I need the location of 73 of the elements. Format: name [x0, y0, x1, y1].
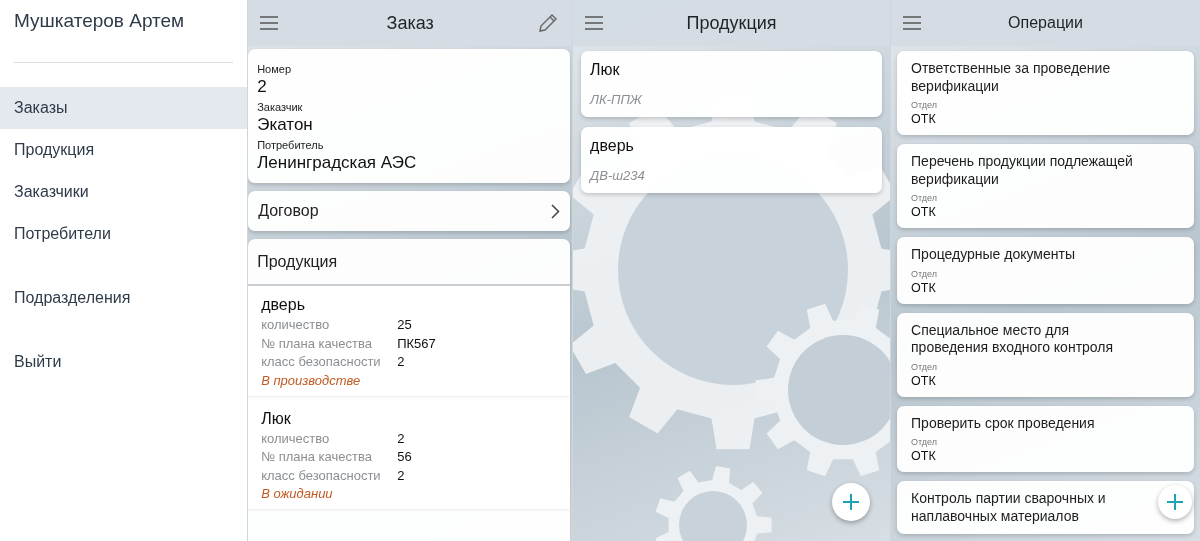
field-value: Ленинградская АЭС — [257, 153, 418, 173]
product-item[interactable]: дверь количество 25 № плана качества ПК567 класс безопасности 2 В производстве — [248, 286, 571, 396]
product-code: ЛК-ППЖ — [590, 92, 643, 107]
plus-icon — [1166, 493, 1184, 511]
property-label: количество — [261, 316, 331, 334]
menu-button[interactable] — [585, 16, 604, 30]
product-card[interactable]: дверь ДВ-ш234 — [581, 127, 883, 193]
field-label: Отдел — [911, 437, 939, 447]
field-label: Заказчик — [257, 101, 304, 113]
product-item[interactable]: Люк количество 2 № плана качества 56 класс безопасности 2 В ожидании — [248, 399, 571, 509]
field-value: ОТК — [911, 112, 937, 126]
operation-title: Специальное место для проведения входного контроля — [911, 321, 1115, 357]
property-label: № плана качества — [261, 448, 373, 466]
property-value: 2 — [397, 353, 406, 371]
menu-item[interactable]: Продукция — [0, 129, 248, 171]
property-label: класс безопасности — [261, 466, 382, 485]
menu-icon — [585, 16, 604, 30]
chevron-right-icon — [551, 203, 561, 219]
field-value: ОТК — [911, 205, 937, 219]
product-code: ДВ-ш234 — [590, 168, 646, 183]
product-card[interactable]: Люк ЛК-ППЖ — [581, 51, 883, 117]
operation-title: Ответственные за проведение верификации — [911, 60, 1112, 95]
menu-item[interactable]: Заказы — [0, 87, 248, 129]
operation-title: Процедурные документы — [911, 246, 1075, 264]
property-label: № плана качества — [261, 334, 373, 353]
operation-card[interactable]: Ответственные за проведение верификации Отдел ОТК — [897, 51, 1194, 135]
field-value: Экатон — [257, 115, 314, 135]
operation-card[interactable]: Контроль партии сварочных и наплавочных материалов — [897, 481, 1194, 534]
field-value: ОТК — [911, 280, 937, 295]
screen-title: Операции — [1008, 14, 1083, 32]
menu-item[interactable]: Выйти — [0, 341, 248, 383]
property-value: 2 — [397, 429, 406, 448]
operation-card[interactable]: Проверить срок проведения Отдел ОТК — [897, 405, 1194, 472]
field-value: ОТК — [911, 373, 937, 388]
operation-card[interactable]: Специальное место для проведения входного контроля Отдел ОТК — [897, 312, 1194, 397]
field-label: Потребитель — [257, 139, 325, 151]
field-value: 2 — [257, 77, 268, 97]
menu-item[interactable]: Заказчики — [0, 171, 248, 213]
menu-item[interactable]: Подразделения — [0, 277, 248, 319]
contract-row[interactable]: Договор — [248, 191, 571, 231]
property-value: 25 — [397, 316, 413, 334]
menu-item[interactable]: Потребители — [0, 213, 248, 255]
operation-title: Контроль партии сварочных и наплавочных материалов — [911, 490, 1107, 525]
product-name: Люк — [590, 61, 621, 79]
user-name: Мушкатеров Артем — [13, 9, 186, 33]
product-name: Люк — [261, 409, 292, 428]
field-value: ОТК — [911, 449, 937, 463]
menu-button[interactable] — [903, 16, 922, 30]
operation-title: Проверить срок проведения — [911, 414, 1095, 432]
property-value: ПК567 — [397, 334, 437, 353]
product-status: В ожидании — [261, 485, 334, 503]
screen-title: Продукция — [686, 12, 777, 34]
menu-button[interactable] — [260, 16, 279, 30]
field-label: Отдел — [911, 193, 939, 203]
add-button[interactable] — [832, 483, 871, 521]
operation-card[interactable]: Перечень продукции подлежащей верификации Отдел ОТК — [897, 144, 1194, 228]
menu-icon — [903, 16, 922, 30]
field-label: Отдел — [911, 100, 939, 110]
product-status: В производстве — [261, 371, 362, 390]
operation-card[interactable]: Процедурные документы Отдел ОТК — [897, 237, 1194, 304]
product-name: дверь — [590, 137, 635, 155]
screen-title: Заказ — [386, 12, 434, 34]
property-value: 2 — [397, 466, 406, 485]
field-label: Отдел — [911, 361, 939, 372]
menu-icon — [260, 16, 279, 30]
property-label: класс безопасности — [261, 353, 382, 371]
product-name: дверь — [261, 296, 306, 314]
property-label: количество — [261, 429, 331, 448]
property-value: 56 — [397, 448, 413, 466]
operation-title: Перечень продукции подлежащей верификации — [911, 153, 1134, 188]
field-label: Номер — [257, 63, 293, 75]
plus-icon — [842, 493, 861, 511]
field-label: Отдел — [911, 268, 939, 279]
